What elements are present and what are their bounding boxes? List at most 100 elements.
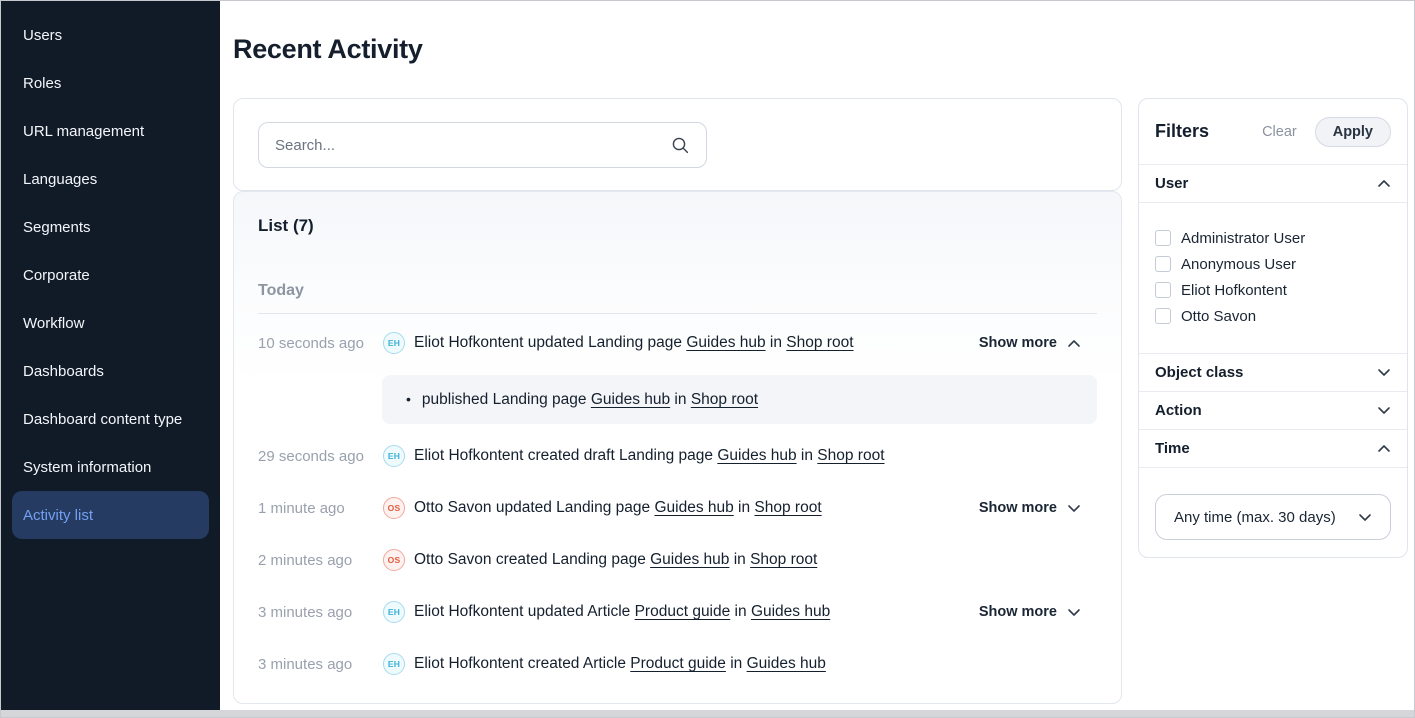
activity-row: 3 minutes agoEHEliot Hofkontent updated …	[258, 586, 1097, 638]
content-link[interactable]: Product guide	[635, 603, 731, 620]
show-more-button[interactable]: Show more	[979, 335, 1097, 351]
show-more-label: Show more	[979, 500, 1057, 516]
apply-filters-button[interactable]: Apply	[1315, 117, 1391, 147]
sidebar-item-segments[interactable]: Segments	[12, 203, 209, 251]
content-link[interactable]: Shop root	[754, 499, 821, 516]
chevron-up-icon	[1377, 178, 1391, 189]
filter-time-content: Any time (max. 30 days)	[1139, 468, 1407, 558]
content-link[interactable]: Guides hub	[751, 603, 830, 620]
time-select[interactable]: Any time (max. 30 days)	[1155, 494, 1391, 540]
content-link[interactable]: Guides hub	[747, 655, 826, 672]
sidebar-item-label: URL management	[23, 123, 144, 140]
list-divider	[258, 313, 1097, 314]
checkbox-unchecked[interactable]	[1155, 256, 1171, 272]
search-icon[interactable]	[671, 136, 690, 155]
activity-row: 3 minutes agoEHEliot Hofkontent created …	[258, 638, 1097, 690]
filters-header: Filters Clear Apply	[1139, 99, 1407, 165]
activity-text: Eliot Hofkontent created draft Landing p…	[414, 445, 885, 467]
activity-list: 10 seconds agoEHEliot Hofkontent updated…	[258, 317, 1097, 690]
content-link[interactable]: Guides hub	[686, 334, 765, 351]
filters-title: Filters	[1155, 121, 1209, 142]
sidebar-item-label: System information	[23, 459, 151, 476]
filter-section-action[interactable]: Action	[1139, 392, 1407, 430]
filter-option-eliot-hofkontent[interactable]: Eliot Hofkontent	[1155, 277, 1391, 303]
sidebar-item-workflow[interactable]: Workflow	[12, 299, 209, 347]
activity-time: 1 minute ago	[258, 500, 383, 517]
activity-detail: •published Landing page Guides hub in Sh…	[382, 375, 1097, 424]
activity-time: 10 seconds ago	[258, 335, 383, 352]
show-more-label: Show more	[979, 335, 1057, 351]
content-link[interactable]: Shop root	[750, 551, 817, 568]
show-more-button[interactable]: Show more	[979, 500, 1097, 516]
user-avatar: OS	[383, 549, 405, 571]
content-link[interactable]: Product guide	[630, 655, 726, 672]
chevron-up-icon	[1377, 443, 1391, 454]
filter-user-options: Administrator User Anonymous User Eliot Ho…	[1139, 203, 1407, 354]
sidebar-item-label: Segments	[23, 219, 91, 236]
sidebar-item-system-information[interactable]: System information	[12, 443, 209, 491]
content-link[interactable]: Shop root	[691, 391, 758, 408]
filter-section-time[interactable]: Time	[1139, 430, 1407, 468]
sidebar-item-users[interactable]: Users	[12, 11, 209, 59]
content-link[interactable]: Guides hub	[717, 447, 796, 464]
sidebar-item-label: Users	[23, 27, 62, 44]
sidebar-item-dashboards[interactable]: Dashboards	[12, 347, 209, 395]
content-link[interactable]: Shop root	[786, 334, 853, 351]
search-card	[233, 98, 1122, 191]
list-title: List (7)	[258, 214, 1097, 238]
activity-time: 3 minutes ago	[258, 656, 383, 673]
content-link[interactable]: Shop root	[817, 447, 884, 464]
checkbox-unchecked[interactable]	[1155, 308, 1171, 324]
sidebar-item-label: Dashboards	[23, 363, 104, 380]
activity-text: Eliot Hofkontent created Article Product…	[414, 653, 826, 675]
activity-time: 2 minutes ago	[258, 552, 383, 569]
filter-option-otto-savon[interactable]: Otto Savon	[1155, 303, 1391, 329]
filter-option-label: Otto Savon	[1181, 308, 1256, 325]
filter-option-label: Administrator User	[1181, 230, 1305, 247]
filter-option-label: Anonymous User	[1181, 256, 1296, 273]
chevron-down-icon	[1067, 503, 1081, 514]
content-link[interactable]: Guides hub	[591, 391, 670, 408]
activity-row: 2 minutes agoOS Otto Savon created Landin…	[258, 534, 1097, 586]
search-input[interactable]	[275, 137, 671, 154]
sidebar-item-languages[interactable]: Languages	[12, 155, 209, 203]
content-link[interactable]: Guides hub	[650, 551, 729, 568]
checkbox-unchecked[interactable]	[1155, 230, 1171, 246]
activity-text: Otto Savon created Landing page Guides h…	[414, 549, 817, 571]
activity-time: 3 minutes ago	[258, 604, 383, 621]
filter-section-label: User	[1155, 175, 1188, 192]
clear-filters-button[interactable]: Clear	[1262, 124, 1297, 140]
sidebar-item-label: Roles	[23, 75, 61, 92]
window-bottom-edge	[1, 710, 1414, 717]
user-avatar: OS	[383, 497, 405, 519]
filters-panel: Filters Clear Apply User Administrator Us…	[1138, 98, 1408, 558]
sidebar-item-label: Activity list	[23, 507, 93, 524]
bullet-icon: •	[406, 391, 411, 407]
activity-text: Eliot Hofkontent updated Article Product…	[414, 601, 830, 623]
sidebar-item-activity-list[interactable]: Activity list	[12, 491, 209, 539]
sidebar-nav: Users Roles URL management Languages Segment…	[1, 11, 220, 539]
activity-row: 1 minute agoOSOtto Savon updated Landing…	[258, 482, 1097, 534]
chevron-down-icon	[1377, 405, 1391, 416]
content-link[interactable]: Guides hub	[654, 499, 733, 516]
sidebar-item-corporate[interactable]: Corporate	[12, 251, 209, 299]
sidebar-item-dashboard-content-type[interactable]: Dashboard content type	[12, 395, 209, 443]
filter-option-administrator-user[interactable]: Administrator User	[1155, 225, 1391, 251]
activity-time: 29 seconds ago	[258, 448, 383, 465]
filter-section-user[interactable]: User	[1139, 165, 1407, 203]
show-more-button[interactable]: Show more	[979, 604, 1097, 620]
list-group-label: Today	[258, 280, 1097, 302]
sidebar-item-url-management[interactable]: URL management	[12, 107, 209, 155]
page-title: Recent Activity	[233, 34, 423, 65]
sidebar: Users Roles URL management Languages Segment…	[1, 1, 220, 712]
sidebar-item-roles[interactable]: Roles	[12, 59, 209, 107]
show-more-label: Show more	[979, 604, 1057, 620]
user-avatar: EH	[383, 332, 405, 354]
sidebar-item-label: Languages	[23, 171, 97, 188]
activity-row: 10 seconds agoEHEliot Hofkontent updated…	[258, 317, 1097, 369]
user-avatar: EH	[383, 445, 405, 467]
filter-option-anonymous-user[interactable]: Anonymous User	[1155, 251, 1391, 277]
checkbox-unchecked[interactable]	[1155, 282, 1171, 298]
chevron-up-icon	[1067, 338, 1081, 349]
filter-section-object-class[interactable]: Object class	[1139, 354, 1407, 392]
